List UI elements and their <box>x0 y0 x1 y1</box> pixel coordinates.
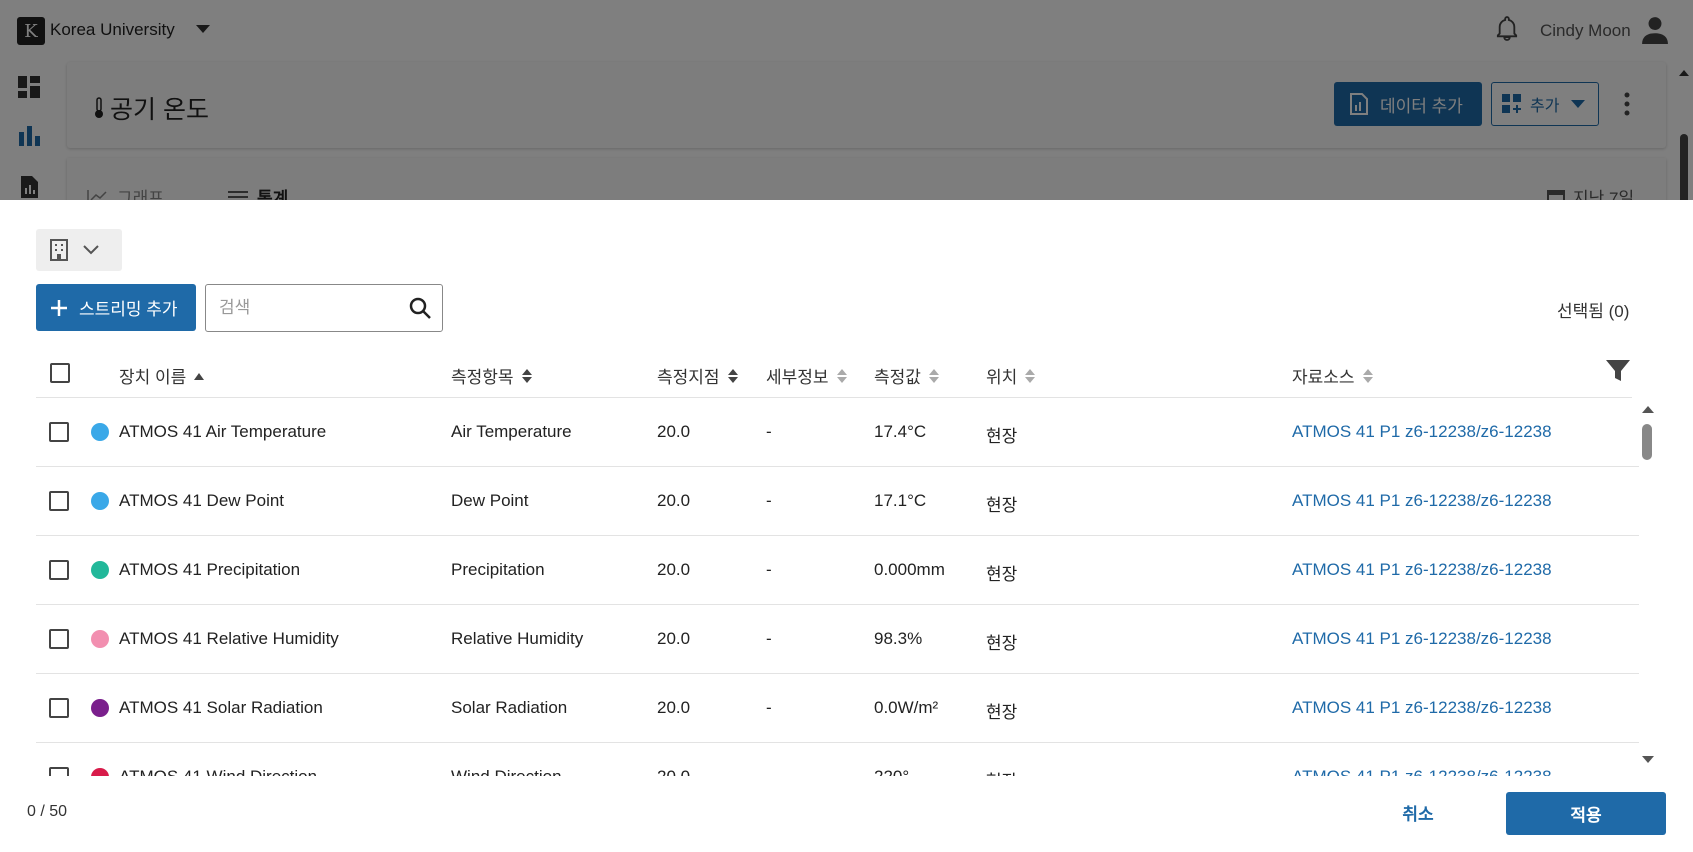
series-color-dot <box>91 423 109 441</box>
apply-button[interactable]: 적용 <box>1506 792 1666 835</box>
row-checkbox[interactable] <box>49 629 69 649</box>
detail: - <box>766 767 772 776</box>
series-color-dot <box>91 768 109 776</box>
source-link[interactable]: ATMOS 41 P1 z6-12238/z6-12238 <box>1292 491 1552 511</box>
selection-counter: 0 / 50 <box>27 803 68 820</box>
sort-icon <box>928 368 939 383</box>
metric: Wind Direction <box>451 767 562 776</box>
column-measure-point[interactable]: 측정지점 <box>657 363 738 388</box>
row-checkbox[interactable] <box>49 560 69 580</box>
sort-icon <box>836 368 847 383</box>
measure-point: 20.0 <box>657 698 691 717</box>
table-row[interactable]: ATMOS 41 Relative Humidity Relative Humi… <box>36 605 1639 674</box>
row-checkbox[interactable] <box>49 698 69 718</box>
source-link[interactable]: ATMOS 41 P1 z6-12238/z6-12238 <box>1292 698 1552 718</box>
column-value[interactable]: 측정값 <box>874 363 939 388</box>
column-location[interactable]: 위치 <box>986 363 1036 388</box>
cancel-button[interactable]: 취소 <box>1375 792 1461 832</box>
series-color-dot <box>91 699 109 717</box>
sort-icon <box>1362 368 1373 383</box>
detail: - <box>766 698 772 717</box>
location: 현장 <box>986 496 1018 515</box>
metric: Dew Point <box>451 491 529 510</box>
location: 현장 <box>986 427 1018 446</box>
metric: Air Temperature <box>451 422 572 441</box>
column-device-name[interactable]: 장치 이름 <box>119 363 205 388</box>
building-icon <box>50 239 68 261</box>
detail: - <box>766 560 772 579</box>
chevron-down-icon <box>83 245 99 255</box>
scroll-thumb[interactable] <box>1642 424 1652 460</box>
source-link[interactable]: ATMOS 41 P1 z6-12238/z6-12238 <box>1292 560 1552 580</box>
source-link[interactable]: ATMOS 41 P1 z6-12238/z6-12238 <box>1292 767 1552 776</box>
scroll-up-arrow-icon[interactable] <box>1642 406 1654 413</box>
search-icon[interactable] <box>408 296 432 320</box>
scroll-down-arrow-icon[interactable] <box>1642 756 1654 763</box>
metric: Relative Humidity <box>451 629 584 648</box>
select-all-checkbox[interactable] <box>50 363 70 383</box>
location: 현장 <box>986 565 1018 584</box>
row-checkbox[interactable] <box>49 767 69 776</box>
filter-icon[interactable] <box>1605 359 1631 383</box>
stream-table: ATMOS 41 Air Temperature Air Temperature… <box>36 398 1639 776</box>
series-color-dot <box>91 630 109 648</box>
add-stream-label: 스트리밍 추가 <box>79 300 178 319</box>
detail: - <box>766 629 772 648</box>
location: 현장 <box>986 634 1018 653</box>
column-detail[interactable]: 세부정보 <box>766 363 847 388</box>
device-name: ATMOS 41 Precipitation <box>119 560 301 579</box>
selected-count: 선택됨 (0) <box>1557 302 1630 321</box>
table-header: 장치 이름 측정항목 측정지점 세부정보 측정값 위치 자료소스 <box>36 347 1632 398</box>
sort-asc-icon <box>194 372 205 380</box>
table-scrollbar[interactable] <box>1639 398 1655 768</box>
measure-point: 20.0 <box>657 422 691 441</box>
table-row[interactable]: ATMOS 41 Dew Point Dew Point 20.0 - 17.1… <box>36 467 1639 536</box>
site-selector[interactable] <box>36 229 122 271</box>
row-checkbox[interactable] <box>49 422 69 442</box>
measure-point: 20.0 <box>657 491 691 510</box>
table-row[interactable]: ATMOS 41 Solar Radiation Solar Radiation… <box>36 674 1639 743</box>
table-row[interactable]: ATMOS 41 Air Temperature Air Temperature… <box>36 398 1639 467</box>
search-input[interactable] <box>219 298 399 318</box>
metric: Solar Radiation <box>451 698 568 717</box>
device-name: ATMOS 41 Dew Point <box>119 491 285 510</box>
value: 17.4°C <box>874 422 927 441</box>
measure-point: 20.0 <box>657 767 690 776</box>
detail: - <box>766 422 772 441</box>
sort-icon <box>521 368 532 383</box>
stream-select-dialog: 스트리밍 추가 선택됨 (0) 장치 이름 측정항목 측정지점 세부정보 측정값 <box>0 200 1693 852</box>
device-name: ATMOS 41 Solar Radiation <box>119 698 323 717</box>
value: 98.3% <box>874 629 923 648</box>
series-color-dot <box>91 561 109 579</box>
location: 현장 <box>986 767 1017 776</box>
metric: Precipitation <box>451 560 545 579</box>
table-row[interactable]: ATMOS 41 Wind Direction Wind Direction 2… <box>36 743 1639 776</box>
search-field[interactable] <box>205 284 443 332</box>
plus-icon <box>51 299 67 316</box>
device-name: ATMOS 41 Wind Direction <box>119 767 317 776</box>
column-metric[interactable]: 측정항목 <box>451 363 532 388</box>
modal-backdrop[interactable] <box>0 0 1693 200</box>
column-source[interactable]: 자료소스 <box>1292 363 1373 388</box>
source-link[interactable]: ATMOS 41 P1 z6-12238/z6-12238 <box>1292 629 1552 649</box>
sort-icon <box>727 368 738 383</box>
value: 0.0W/m² <box>874 698 939 717</box>
device-name: ATMOS 41 Air Temperature <box>119 422 327 441</box>
sort-icon <box>1025 368 1036 383</box>
value: 220° <box>874 767 909 776</box>
value: 17.1°C <box>874 491 927 510</box>
measure-point: 20.0 <box>657 629 691 648</box>
series-color-dot <box>91 492 109 510</box>
location: 현장 <box>986 703 1018 722</box>
device-name: ATMOS 41 Relative Humidity <box>119 629 339 648</box>
value: 0.000mm <box>874 560 945 579</box>
detail: - <box>766 491 772 510</box>
table-row[interactable]: ATMOS 41 Precipitation Precipitation 20.… <box>36 536 1639 605</box>
source-link[interactable]: ATMOS 41 P1 z6-12238/z6-12238 <box>1292 422 1552 442</box>
row-checkbox[interactable] <box>49 491 69 511</box>
add-stream-button[interactable]: 스트리밍 추가 <box>36 284 196 331</box>
measure-point: 20.0 <box>657 560 691 579</box>
